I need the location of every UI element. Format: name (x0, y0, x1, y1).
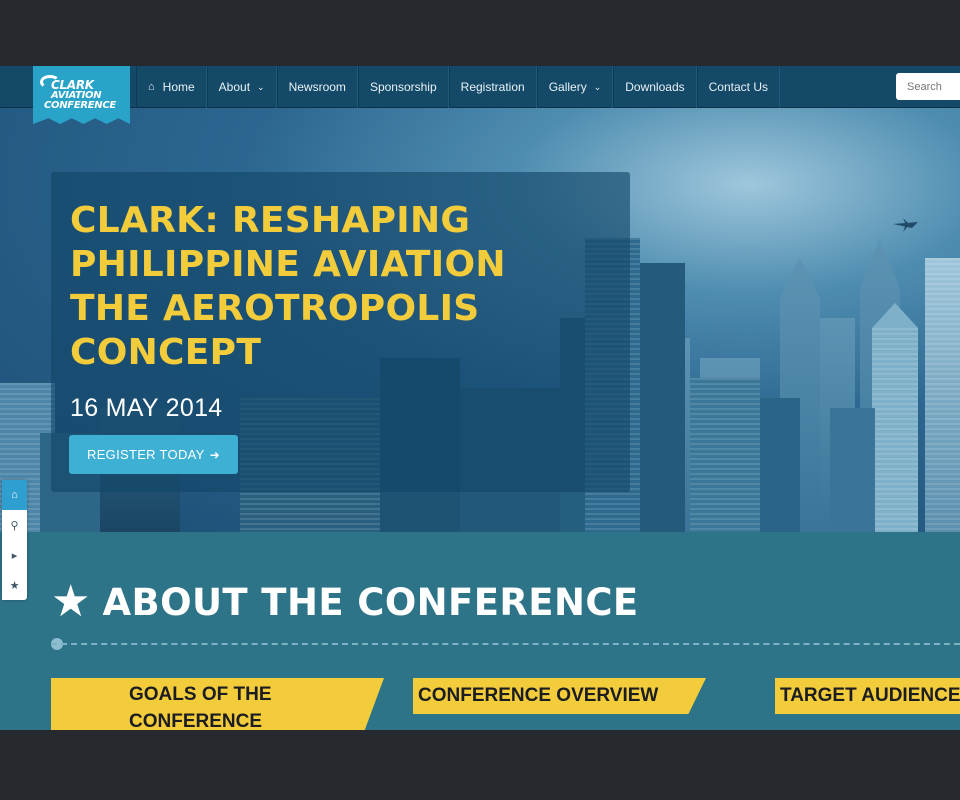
nav-item-label: Downloads (625, 80, 685, 94)
chevron-down-icon: ⌄ (257, 81, 265, 92)
megaphone-icon: ▸ (11, 549, 18, 562)
home-icon: ⌂ (148, 81, 155, 93)
event-date: 16 MAY 2014 (70, 394, 223, 422)
tab-label: GOALS OF THE CONFERENCE (129, 681, 272, 730)
hero-headline-panel: CLARK: RESHAPING PHILIPPINE AVIATION THE… (51, 172, 630, 492)
map-pin-icon: ⚲ (10, 519, 19, 532)
register-today-button[interactable]: REGISTER TODAY ➜ (69, 435, 238, 474)
about-title: ABOUT THE CONFERENCE (102, 580, 639, 624)
hero-title-line: PHILIPPINE AVIATION (70, 244, 506, 285)
nav-item-registration[interactable]: Registration (448, 66, 537, 108)
dock-home-button[interactable]: ⌂ (2, 480, 27, 510)
star-icon: ★ (51, 577, 91, 626)
about-section-heading: ★ ABOUT THE CONFERENCE (51, 580, 639, 624)
nav-item-contact-us[interactable]: Contact Us (696, 66, 780, 108)
nav-item-home[interactable]: ⌂ Home (136, 66, 207, 108)
dashed-divider (51, 643, 960, 645)
nav-item-label: Sponsorship (369, 80, 437, 94)
tab-label: CONFERENCE OVERVIEW (418, 685, 659, 706)
nav-item-label: About (218, 80, 251, 94)
nav-item-label: Contact Us (708, 80, 768, 94)
nav-item-newsroom[interactable]: Newsroom (276, 66, 358, 108)
browser-viewport: ⌂ Home About ⌄ Newsroom Sponsorship Regi… (0, 66, 960, 730)
dock-star-button[interactable]: ★ (2, 570, 27, 600)
hero-banner: CLARK: RESHAPING PHILIPPINE AVIATION THE… (0, 108, 960, 532)
tab-goals-of-the-conference[interactable]: GOALS OF THE CONFERENCE (51, 678, 384, 730)
arrow-right-icon: ➜ (209, 447, 220, 462)
side-quick-nav: ⌂ ⚲ ▸ ★ (2, 480, 27, 600)
search-input[interactable] (896, 73, 960, 100)
hero-title-line: CLARK: RESHAPING (70, 200, 471, 241)
nav-item-downloads[interactable]: Downloads (613, 66, 697, 108)
chevron-down-icon: ⌄ (593, 81, 602, 92)
nav-item-gallery[interactable]: Gallery ⌄ (536, 66, 614, 108)
airplane-icon (893, 218, 918, 232)
hero-title: CLARK: RESHAPING PHILIPPINE AVIATION THE… (70, 199, 610, 375)
star-icon: ★ (9, 579, 20, 592)
main-menu: ⌂ Home About ⌄ Newsroom Sponsorship Regi… (136, 66, 780, 108)
nav-item-label: Gallery (548, 80, 587, 94)
logo-text-line-3: CONFERENCE (44, 100, 116, 111)
nav-item-label: Home (162, 80, 195, 94)
tab-label: TARGET AUDIENCE (780, 685, 960, 706)
tab-target-audience[interactable]: TARGET AUDIENCE (775, 678, 960, 714)
tab-label-line: CONFERENCE (129, 711, 263, 730)
dock-location-button[interactable]: ⚲ (2, 510, 27, 540)
home-icon: ⌂ (11, 489, 18, 501)
register-button-label: REGISTER TODAY (87, 447, 205, 462)
top-navigation-bar: ⌂ Home About ⌄ Newsroom Sponsorship Regi… (0, 66, 960, 108)
dock-announcement-button[interactable]: ▸ (2, 540, 27, 570)
hero-title-line: CONCEPT (70, 332, 262, 373)
tab-conference-overview[interactable]: CONFERENCE OVERVIEW (413, 678, 706, 714)
logo-text-line-1: CLARK (51, 78, 94, 92)
nav-item-label: Newsroom (288, 80, 346, 94)
site-logo[interactable]: CLARK AVIATION CONFERENCE (33, 66, 130, 124)
nav-item-about[interactable]: About ⌄ (206, 66, 277, 108)
hero-title-line: THE AEROTROPOLIS (70, 288, 480, 329)
nav-item-label: Registration (460, 80, 525, 94)
nav-item-sponsorship[interactable]: Sponsorship (357, 66, 449, 108)
tab-label-line: GOALS OF THE (129, 684, 272, 705)
